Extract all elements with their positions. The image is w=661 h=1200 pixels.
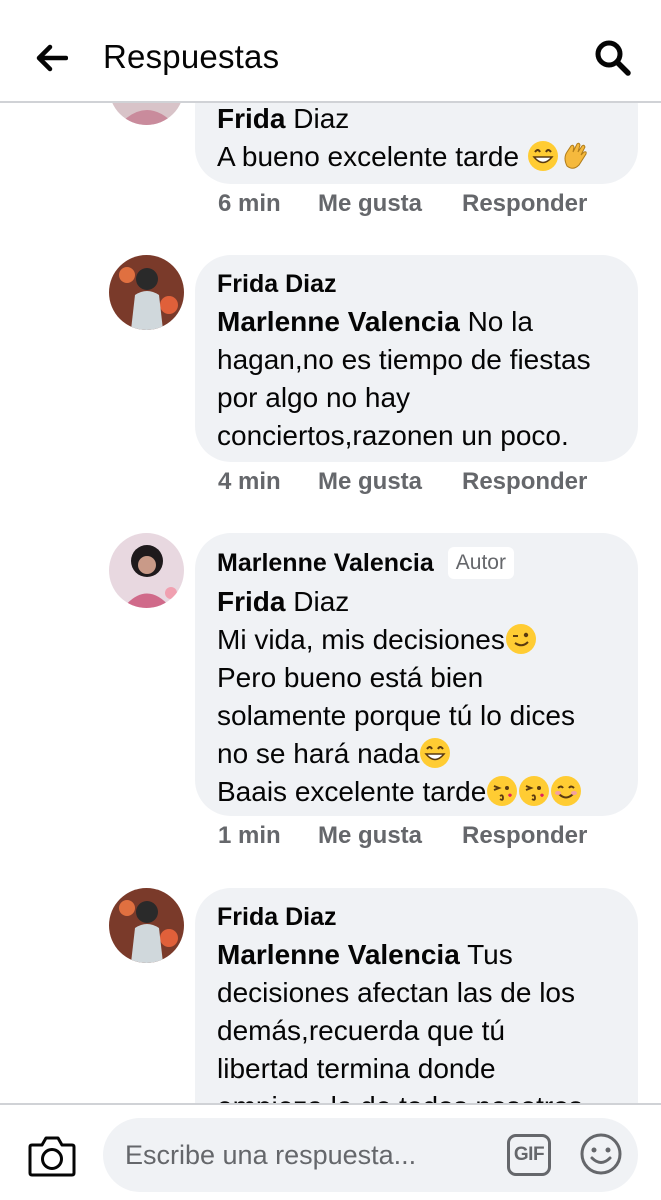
kissing-face-emoji-icon: [487, 776, 518, 806]
reply-composer: GIF: [0, 1103, 661, 1200]
reply-input[interactable]: [125, 1136, 505, 1174]
search-button[interactable]: [589, 34, 637, 82]
mention-link[interactable]: Frida: [217, 103, 285, 134]
comment-time: 4 min: [218, 468, 281, 495]
arrow-left-icon: [36, 44, 68, 72]
comment-text: solamente porque tú lo dices: [217, 700, 575, 731]
winking-face-emoji-icon: [505, 624, 536, 654]
comment-text: Pero bueno está bien: [217, 662, 484, 693]
smiley-icon: [580, 1133, 622, 1175]
comment-actions: 4 min Me gusta Responder: [218, 468, 587, 496]
avatar[interactable]: [109, 533, 184, 608]
smiling-face-emoji-icon: [551, 776, 582, 806]
grinning-face-emoji-icon: [420, 738, 451, 768]
comment-bubble[interactable]: Frida Diaz Marlenne Valencia Tus decisio…: [195, 888, 638, 1103]
comment-text: A bueno excelente tarde: [217, 141, 520, 172]
comment-text: demás,recuerda que tú: [217, 1015, 505, 1046]
comment-text: Mi vida, mis decisiones: [217, 624, 505, 655]
reply-button[interactable]: Responder: [462, 468, 587, 496]
author-badge: Autor: [447, 547, 514, 579]
avatar[interactable]: [109, 255, 184, 330]
waving-hand-emoji-icon: [564, 142, 587, 169]
comment-bubble[interactable]: Marlenne Valencia Autor Frida Diaz Mi vid…: [195, 533, 638, 816]
comment-text: empieza la de todos nosotros: [217, 1088, 616, 1103]
comment-author[interactable]: Frida Diaz: [217, 902, 616, 932]
reply-button[interactable]: Responder: [462, 190, 587, 218]
mention-link[interactable]: Frida: [217, 586, 285, 617]
like-button[interactable]: Me gusta: [318, 468, 462, 496]
comment-thread: Frida Diaz A bueno excelente tarde 6 min…: [0, 0, 661, 1103]
comment-author[interactable]: Frida Diaz: [217, 269, 616, 299]
camera-button[interactable]: [27, 1133, 77, 1181]
like-button[interactable]: Me gusta: [318, 190, 462, 218]
mention-rest: Diaz: [285, 586, 350, 617]
comment-time: 1 min: [218, 822, 281, 849]
reply-input-container[interactable]: GIF: [103, 1118, 638, 1192]
avatar[interactable]: [109, 888, 184, 963]
comment-bubble[interactable]: Frida Diaz Marlenne Valencia No la hagan…: [195, 255, 638, 462]
top-app-bar: Respuestas: [0, 0, 661, 103]
comment-text: conciertos,razonen un poco.: [217, 420, 569, 451]
comment-author[interactable]: Marlenne Valencia Autor: [217, 547, 616, 579]
comment-actions: 6 min Me gusta Responder: [218, 190, 587, 218]
comment-time: 6 min: [218, 190, 281, 217]
emoji-button[interactable]: [578, 1131, 624, 1177]
gif-label: GIF: [513, 1144, 545, 1165]
mention-link[interactable]: Marlenne Valencia: [217, 306, 460, 337]
comment-text: hagan,no es tiempo de fiestas: [217, 344, 591, 375]
gif-button[interactable]: GIF: [507, 1134, 551, 1176]
like-button[interactable]: Me gusta: [318, 822, 462, 850]
grinning-face-emoji-icon: [527, 141, 558, 171]
comment-text: Tus: [459, 939, 513, 970]
comment-text: decisiones afectan las de los: [217, 977, 575, 1008]
comment-actions: 1 min Me gusta Responder: [218, 822, 587, 850]
search-icon: [595, 40, 631, 76]
comment-text: Baais excelente tarde: [217, 776, 487, 807]
mention-link[interactable]: Marlenne Valencia: [217, 939, 460, 970]
author-name[interactable]: Frida Diaz: [217, 902, 336, 932]
page-title: Respuestas: [103, 38, 280, 75]
comment-text: No la: [459, 306, 533, 337]
author-name[interactable]: Marlenne Valencia: [217, 548, 434, 578]
back-button[interactable]: [28, 36, 76, 80]
mention-rest: Diaz: [285, 103, 350, 134]
comment-text: por algo no hay: [217, 382, 411, 413]
comment-text: libertad termina donde: [217, 1053, 496, 1084]
reply-button[interactable]: Responder: [462, 822, 587, 850]
author-name[interactable]: Frida Diaz: [217, 269, 336, 299]
kissing-face-emoji-icon: [519, 776, 550, 806]
camera-icon: [28, 1136, 76, 1177]
comment-text: no se hará nada: [217, 738, 420, 769]
